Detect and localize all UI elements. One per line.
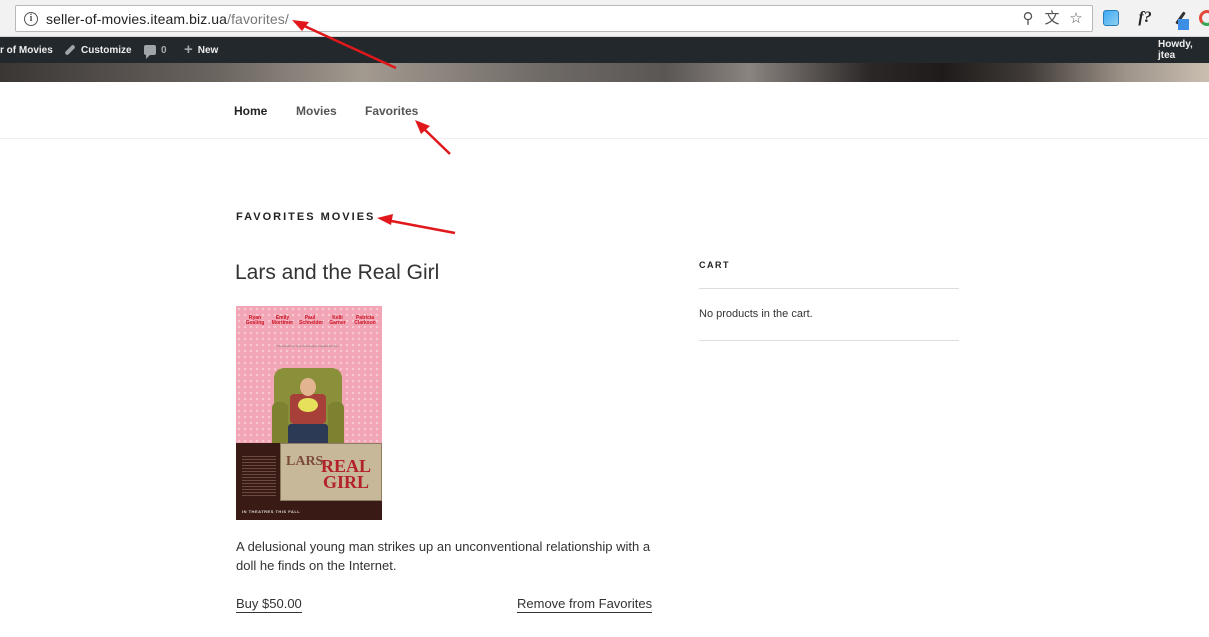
chrome-extension-icon[interactable]	[1197, 7, 1209, 29]
admin-bar-new[interactable]: + New	[184, 37, 218, 63]
extension-icon[interactable]	[1101, 7, 1121, 29]
info-icon[interactable]: i	[24, 11, 38, 26]
movie-description: A delusional young man strikes up an unc…	[236, 539, 651, 573]
poster-tagline: The search for true love begins outside …	[276, 344, 340, 348]
url-text[interactable]: seller-of-movies.iteam.biz.ua/favorites/	[46, 11, 289, 27]
poster-footer: IN THEATRES THIS FALL	[242, 509, 301, 514]
comment-icon	[144, 45, 156, 59]
nav-item-home[interactable]: Home	[234, 104, 267, 118]
translate-icon[interactable]: 文	[1044, 10, 1060, 27]
color-picker-extension-icon[interactable]	[1170, 7, 1190, 30]
buy-button[interactable]: Buy $50.00	[236, 596, 302, 613]
movie-title[interactable]: Lars and the Real Girl	[235, 261, 439, 285]
divider	[699, 288, 959, 289]
site-navigation: Home Movies Favorites	[0, 82, 1209, 139]
zoom-icon[interactable]: ⚲	[1020, 10, 1036, 27]
movie-poster[interactable]: Ryan Gosling Emily Mortimer Paul Schneid…	[236, 306, 382, 520]
brush-icon	[64, 44, 76, 56]
formula-extension-icon[interactable]: f?	[1133, 7, 1157, 29]
header-image	[0, 63, 1209, 82]
annotation-arrow-page-title	[385, 218, 456, 235]
address-bar[interactable]: i seller-of-movies.iteam.biz.ua/favorite…	[15, 5, 1093, 32]
cart-widget-title: CART	[699, 260, 730, 270]
poster-cast: Ryan Gosling Emily Mortimer Paul Schneid…	[245, 315, 376, 326]
admin-bar-customize[interactable]: Customize	[64, 37, 132, 63]
browser-toolbar: i seller-of-movies.iteam.biz.ua/favorite…	[0, 0, 1209, 37]
admin-bar-site-name[interactable]: r of Movies	[0, 37, 53, 63]
cart-empty-message: No products in the cart.	[699, 308, 813, 320]
plus-icon: +	[184, 41, 193, 58]
bookmark-star-icon[interactable]: ☆	[1068, 10, 1084, 27]
divider	[699, 340, 959, 341]
admin-bar: r of Movies Customize 0 + New Howdy, jte…	[0, 37, 1209, 63]
admin-bar-account[interactable]: Howdy, jtea	[1158, 37, 1209, 63]
remove-from-favorites-button[interactable]: Remove from Favorites	[517, 596, 653, 613]
poster-title-real-girl: REAL GIRL	[320, 456, 371, 492]
page-title: FAVORITES MOVIES	[236, 211, 376, 223]
nav-item-favorites[interactable]: Favorites	[365, 104, 418, 118]
admin-bar-comments[interactable]: 0	[144, 37, 167, 63]
nav-item-movies[interactable]: Movies	[296, 104, 337, 118]
